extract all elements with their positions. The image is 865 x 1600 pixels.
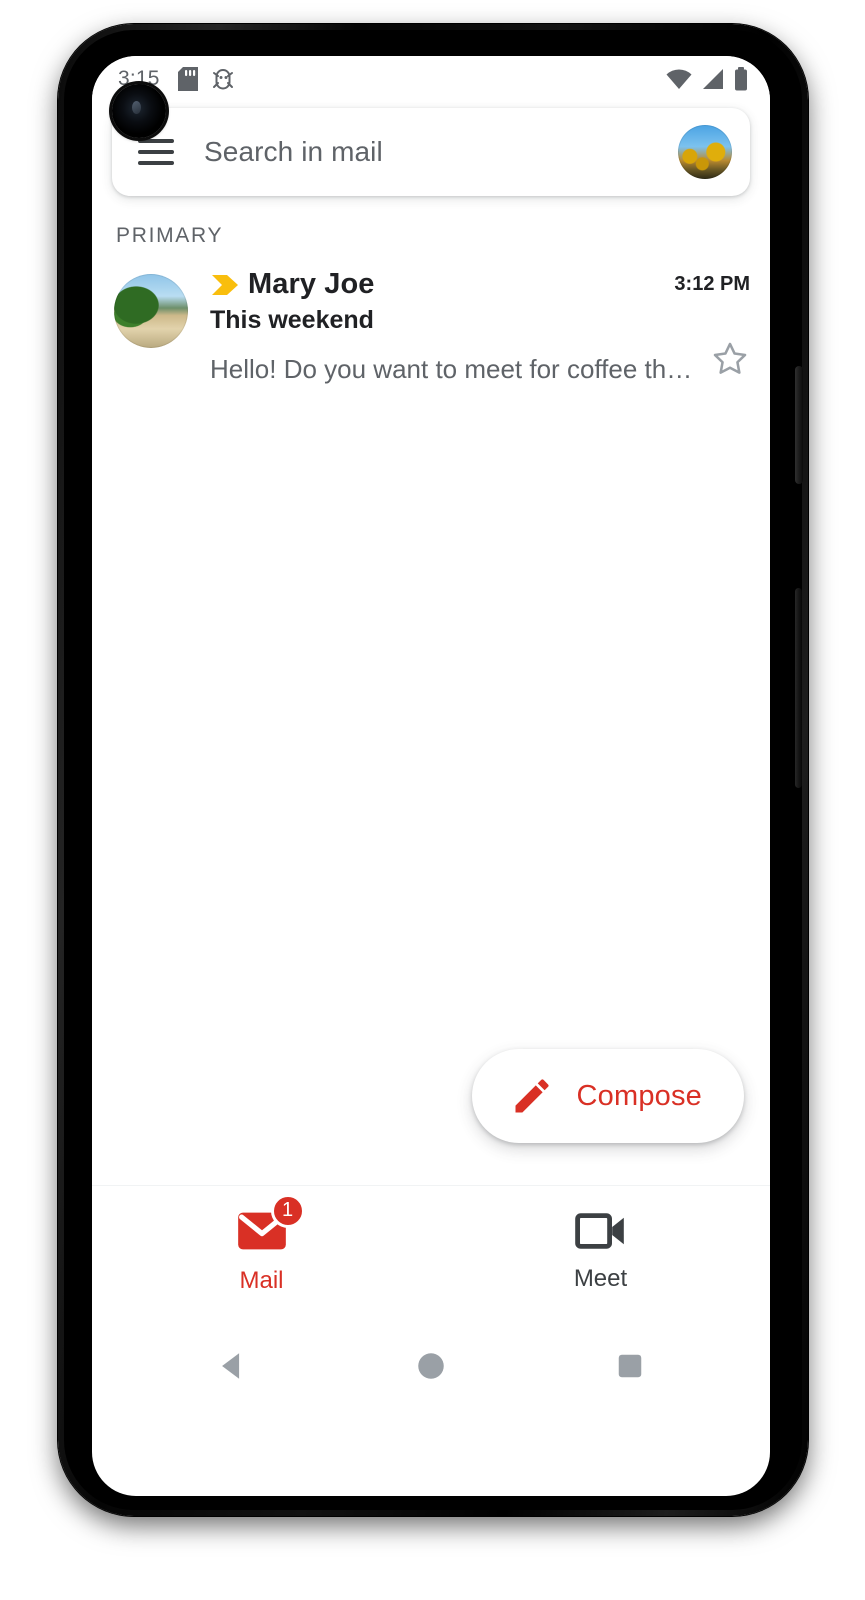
power-button[interactable]	[795, 366, 803, 484]
mail-unread-badge: 1	[270, 1193, 305, 1228]
mail-list-item[interactable]: Mary Joe 3:12 PM This weekend Hello! Do …	[92, 254, 770, 395]
back-triangle-icon[interactable]	[187, 1349, 277, 1383]
status-bar-left-icons	[177, 67, 234, 91]
account-avatar[interactable]	[678, 125, 732, 179]
compose-button-label: Compose	[576, 1079, 702, 1112]
bottom-navigation: 1 Mail Meet	[92, 1185, 770, 1317]
android-system-nav	[92, 1317, 770, 1415]
mail-item-body: Mary Joe 3:12 PM This weekend Hello! Do …	[210, 268, 750, 385]
mail-item-footer: Hello! Do you want to meet for coffee th…	[210, 340, 750, 385]
meet-icon-wrapper	[574, 1211, 627, 1256]
mail-item-header: Mary Joe 3:12 PM	[210, 268, 750, 301]
screenshot-root: 3:15 Search in mail PRIMARY Mary Joe 3:1…	[0, 0, 865, 1600]
bottom-nav-item-mail[interactable]: 1 Mail	[92, 1186, 431, 1317]
search-bar[interactable]: Search in mail	[112, 108, 750, 196]
search-bar-container: Search in mail	[92, 102, 770, 196]
contact-avatar[interactable]	[114, 274, 188, 348]
mail-snippet: Hello! Do you want to meet for coffee th…	[210, 354, 696, 384]
star-outline-icon[interactable]	[710, 340, 750, 385]
cellular-signal-icon	[703, 69, 723, 89]
home-circle-icon[interactable]	[386, 1349, 476, 1383]
mail-icon-wrapper: 1	[236, 1193, 305, 1258]
recents-square-icon[interactable]	[585, 1351, 675, 1381]
inbox-section-label: PRIMARY	[116, 224, 224, 247]
status-bar: 3:15	[92, 56, 770, 138]
compose-button[interactable]: Compose	[472, 1049, 744, 1143]
wifi-icon	[666, 69, 692, 89]
mail-sender-name: Mary Joe	[248, 268, 375, 300]
bottom-nav-label-meet: Meet	[573, 1264, 628, 1292]
status-bar-right-icons	[666, 67, 748, 91]
video-camera-icon	[574, 1212, 624, 1249]
phone-screen: 3:15 Search in mail PRIMARY Mary Joe 3:1…	[92, 56, 770, 1496]
sd-card-icon	[177, 67, 198, 91]
mail-timestamp: 3:12 PM	[674, 273, 750, 295]
pencil-icon	[515, 1079, 549, 1113]
mail-subject: This weekend	[210, 306, 374, 334]
bottom-nav-label-mail: Mail	[239, 1266, 284, 1294]
bottom-nav-item-meet[interactable]: Meet	[431, 1186, 770, 1317]
search-input[interactable]: Search in mail	[204, 136, 678, 168]
front-camera-punch-hole	[112, 84, 166, 138]
android-debug-icon	[212, 69, 233, 90]
battery-icon	[735, 67, 747, 91]
mail-list: Mary Joe 3:12 PM This weekend Hello! Do …	[92, 254, 770, 395]
hamburger-menu-icon[interactable]	[138, 139, 174, 165]
importance-chevron-icon[interactable]	[210, 272, 240, 298]
volume-button[interactable]	[795, 588, 802, 788]
